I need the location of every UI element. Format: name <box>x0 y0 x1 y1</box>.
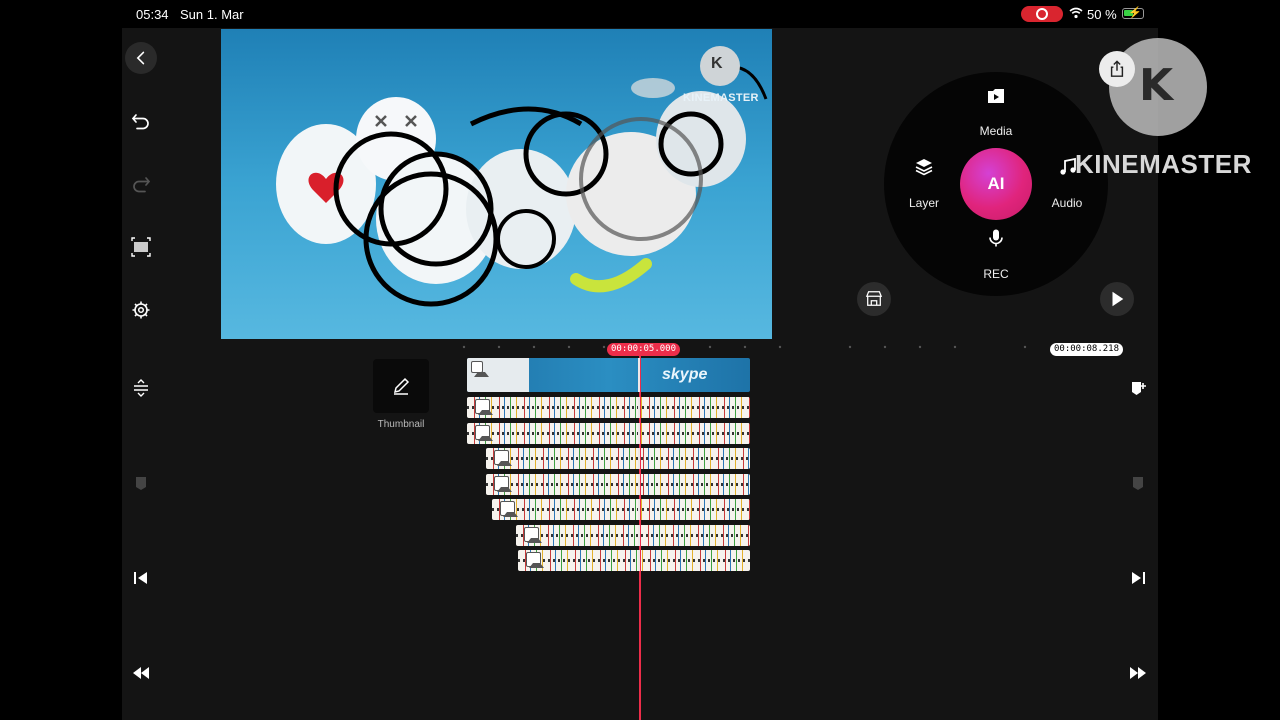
store-icon <box>865 291 883 306</box>
play-icon <box>1112 291 1124 307</box>
pencil-icon <box>393 377 410 395</box>
bookmark-next-button[interactable] <box>1118 463 1158 503</box>
preview-frame <box>221 29 772 339</box>
clip-split-line <box>638 423 640 444</box>
media-label[interactable]: Media <box>966 124 1026 138</box>
jump-to-end-button[interactable] <box>1118 558 1158 598</box>
clip-split-line <box>638 525 640 546</box>
layer-clip[interactable] <box>518 550 750 571</box>
ai-button[interactable]: AI <box>960 148 1032 220</box>
thumbnail-button[interactable] <box>373 359 429 413</box>
bookmark-prev-button[interactable] <box>121 463 161 503</box>
bookmark-icon <box>136 477 146 490</box>
bookmark-icon <box>1133 477 1143 490</box>
skip-start-icon <box>134 572 147 584</box>
clip-split-line <box>638 550 640 571</box>
microphone-icon <box>989 229 1003 247</box>
layer-clip[interactable] <box>467 397 750 418</box>
layer-clip[interactable] <box>486 474 750 495</box>
undo-icon <box>131 114 149 130</box>
layer-clip[interactable] <box>486 448 750 469</box>
skip-end-icon <box>1132 572 1145 584</box>
image-layer-icon <box>494 476 512 492</box>
timeline-expand-button[interactable] <box>121 368 161 408</box>
video-clip-icon <box>471 361 489 377</box>
image-layer-icon <box>494 450 512 466</box>
add-bookmark-button[interactable] <box>1118 368 1158 408</box>
clip-split-line <box>638 397 640 418</box>
thumbnail-label: Thumbnail <box>377 419 425 430</box>
audio-label[interactable]: Audio <box>1037 196 1097 210</box>
back-icon <box>125 42 157 74</box>
wifi-icon <box>1069 7 1083 19</box>
fast-forward-icon <box>1130 667 1146 679</box>
layer-clip[interactable] <box>516 525 750 546</box>
total-time: 00:00:08.218 <box>1050 343 1124 356</box>
clip-split-line <box>638 499 640 520</box>
bookmark-add-icon <box>1132 382 1146 395</box>
status-date: Sun 1. Mar <box>180 7 244 22</box>
preview-watermark-letter: K <box>711 55 723 72</box>
back-button[interactable] <box>121 38 161 78</box>
redo-icon <box>133 177 151 193</box>
rec-button[interactable] <box>976 218 1016 258</box>
share-icon <box>1110 60 1124 77</box>
settings-button[interactable] <box>121 290 161 330</box>
clip-split-line <box>638 448 640 469</box>
kinemaster-logo-letter: K <box>1139 60 1174 111</box>
screen-recording-indicator <box>1021 6 1063 22</box>
layers-icon <box>915 159 933 176</box>
jump-to-start-button[interactable] <box>121 558 161 598</box>
fast-forward-button[interactable] <box>1118 653 1158 693</box>
preview-watermark-text: KINEMASTER <box>683 92 759 104</box>
layer-label[interactable]: Layer <box>894 196 954 210</box>
layer-clip[interactable] <box>467 423 750 444</box>
media-icon <box>988 89 1004 103</box>
gear-icon <box>132 301 150 319</box>
image-layer-icon <box>475 425 493 441</box>
clip-split-line <box>638 358 640 392</box>
video-preview[interactable]: K <box>221 29 772 339</box>
main-video-clip[interactable]: skype <box>467 358 750 392</box>
export-button[interactable] <box>1099 51 1135 87</box>
ai-label: AI <box>987 174 1005 193</box>
play-button[interactable] <box>1100 282 1134 316</box>
undo-button[interactable] <box>121 101 161 141</box>
rewind-icon <box>133 667 149 679</box>
asset-store-button[interactable] <box>857 282 891 316</box>
image-layer-icon <box>524 527 542 543</box>
status-time: 05:34 <box>136 7 169 22</box>
battery-percentage: 50 % <box>1087 7 1117 22</box>
rec-label[interactable]: REC <box>966 267 1026 281</box>
kinemaster-logo-text: KINEMASTER <box>1075 149 1252 179</box>
fullscreen-capture-button[interactable] <box>121 227 161 267</box>
clip-split-line <box>638 474 640 495</box>
image-layer-icon <box>500 501 518 517</box>
media-button-icon-wrap[interactable] <box>976 76 1016 116</box>
status-bar: 05:34 Sun 1. Mar 50 % ⚡ <box>0 0 1280 28</box>
capture-icon <box>131 237 151 257</box>
expand-tracks-icon <box>134 379 148 397</box>
image-layer-icon <box>526 552 544 568</box>
current-time: 00:00:05.000 <box>607 343 681 356</box>
layer-button[interactable] <box>904 147 944 187</box>
battery-icon: ⚡ <box>1122 7 1144 19</box>
layer-clip[interactable] <box>492 499 750 520</box>
image-layer-icon <box>475 399 493 415</box>
rewind-button[interactable] <box>121 653 161 693</box>
clip-preview-text: skype <box>662 366 708 383</box>
redo-button[interactable] <box>121 164 161 204</box>
